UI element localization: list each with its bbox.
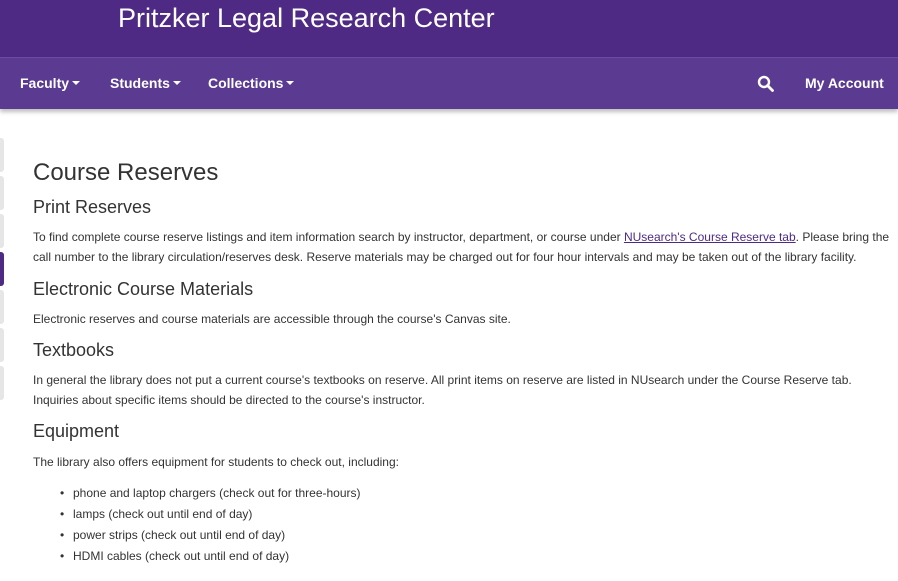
nav-faculty-dropdown[interactable]: Faculty xyxy=(20,58,81,110)
electronic-paragraph: Electronic reserves and course materials… xyxy=(33,312,511,326)
nav-students-label: Students xyxy=(110,75,170,91)
nav-collections-label: Collections xyxy=(208,75,284,91)
list-item: HDMI cables (check out until end of day) xyxy=(60,546,361,567)
section-heading-textbooks: Textbooks xyxy=(33,340,115,360)
print-reserves-paragraph: To find complete course reserve listings… xyxy=(33,227,893,267)
site-title[interactable]: Pritzker Legal Research Center xyxy=(118,2,495,34)
chevron-down-icon xyxy=(286,81,295,86)
side-tab[interactable] xyxy=(0,290,4,324)
chevron-down-icon xyxy=(172,81,181,86)
print-text-before: To find complete course reserve listings… xyxy=(33,230,624,244)
section-heading-print-reserves: Print Reserves xyxy=(33,197,152,217)
side-tab[interactable] xyxy=(0,366,4,400)
nav-students-dropdown[interactable]: Students xyxy=(110,58,181,110)
page-title: Course Reserves xyxy=(33,159,219,186)
nav-faculty-label: Faculty xyxy=(20,75,70,91)
site-banner: Pritzker Legal Research Center xyxy=(0,0,898,57)
textbooks-paragraph: In general the library does not put a cu… xyxy=(33,373,852,407)
section-heading-equipment: Equipment xyxy=(33,421,120,441)
section-heading-electronic: Electronic Course Materials xyxy=(33,279,254,299)
list-item: lamps (check out until end of day) xyxy=(60,504,361,525)
chevron-down-icon xyxy=(72,81,81,86)
side-tab[interactable] xyxy=(0,176,4,210)
side-tab[interactable] xyxy=(0,138,4,172)
side-tab[interactable] xyxy=(0,214,4,248)
side-tab-active[interactable] xyxy=(0,252,4,286)
my-account-link[interactable]: My Account xyxy=(805,58,884,110)
list-item: phone and laptop chargers (check out for… xyxy=(60,483,361,504)
equipment-paragraph: The library also offers equipment for st… xyxy=(33,455,399,469)
nusearch-course-reserve-link[interactable]: NUsearch's Course Reserve tab xyxy=(624,230,796,244)
equipment-list: phone and laptop chargers (check out for… xyxy=(60,483,361,567)
main-navbar: Faculty Students Collections My Account xyxy=(0,57,898,109)
search-button[interactable] xyxy=(757,75,775,93)
side-tab[interactable] xyxy=(0,328,4,362)
nav-collections-dropdown[interactable]: Collections xyxy=(208,58,295,110)
search-icon xyxy=(757,75,774,92)
list-item: power strips (check out until end of day… xyxy=(60,525,361,546)
